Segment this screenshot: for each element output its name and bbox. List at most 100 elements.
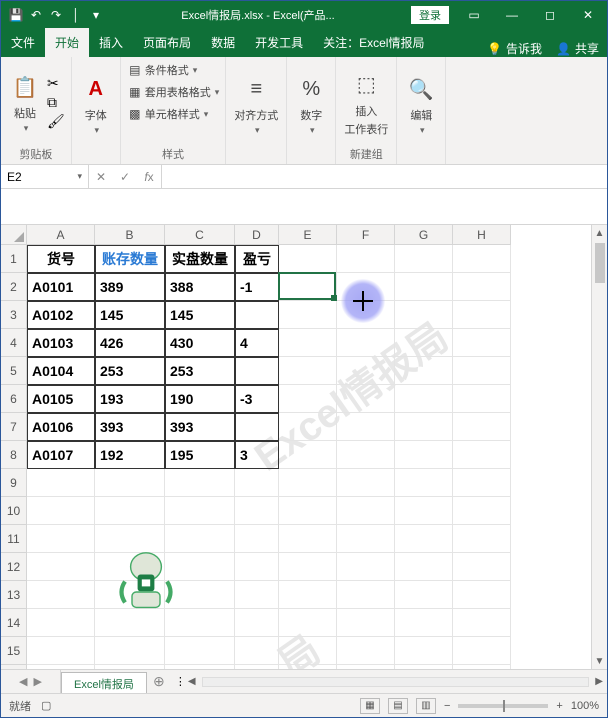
cancel-formula-icon[interactable]: ✕ bbox=[89, 170, 113, 184]
cell[interactable] bbox=[279, 581, 337, 609]
cell[interactable] bbox=[395, 357, 453, 385]
row-header[interactable]: 1 bbox=[1, 245, 27, 273]
cell[interactable] bbox=[395, 525, 453, 553]
cell[interactable] bbox=[95, 469, 165, 497]
cell[interactable] bbox=[337, 553, 395, 581]
row-header[interactable]: 16 bbox=[1, 665, 27, 669]
edit-button[interactable]: 🔍编辑▾ bbox=[403, 71, 439, 138]
row-header[interactable]: 14 bbox=[1, 609, 27, 637]
table-cell[interactable]: A0102 bbox=[27, 301, 95, 329]
cell[interactable] bbox=[395, 413, 453, 441]
cell[interactable] bbox=[337, 469, 395, 497]
cell[interactable] bbox=[165, 637, 235, 665]
tab-home[interactable]: 开始 bbox=[45, 28, 89, 57]
cell[interactable] bbox=[337, 273, 395, 301]
table-header-cell[interactable]: 账存数量 bbox=[95, 245, 165, 273]
sheet-nav[interactable]: ◀▶ bbox=[1, 670, 61, 693]
cell[interactable] bbox=[453, 525, 511, 553]
zoom-in-icon[interactable]: + bbox=[556, 700, 562, 712]
table-cell[interactable]: 253 bbox=[165, 357, 235, 385]
cell[interactable] bbox=[27, 497, 95, 525]
cell[interactable] bbox=[453, 665, 511, 669]
table-cell[interactable]: 393 bbox=[95, 413, 165, 441]
cell[interactable] bbox=[27, 469, 95, 497]
cell[interactable] bbox=[279, 301, 337, 329]
tab-insert[interactable]: 插入 bbox=[89, 28, 133, 57]
column-header[interactable]: D bbox=[235, 225, 279, 245]
hscroll-track[interactable] bbox=[202, 677, 590, 687]
select-all-button[interactable] bbox=[1, 225, 27, 245]
row-header[interactable]: 7 bbox=[1, 413, 27, 441]
cell[interactable] bbox=[453, 469, 511, 497]
cell[interactable] bbox=[395, 301, 453, 329]
cell[interactable] bbox=[235, 581, 279, 609]
column-header[interactable]: E bbox=[279, 225, 337, 245]
view-pagebreak-icon[interactable]: ▥ bbox=[416, 698, 436, 714]
table-cell[interactable]: 190 bbox=[165, 385, 235, 413]
table-cell[interactable]: 388 bbox=[165, 273, 235, 301]
copy-icon[interactable]: ⧉ bbox=[47, 94, 65, 111]
cell[interactable] bbox=[337, 525, 395, 553]
cell[interactable] bbox=[395, 497, 453, 525]
cell[interactable] bbox=[235, 665, 279, 669]
cell[interactable] bbox=[337, 609, 395, 637]
cell[interactable] bbox=[453, 273, 511, 301]
cell[interactable] bbox=[279, 413, 337, 441]
cell[interactable] bbox=[279, 469, 337, 497]
row-header[interactable]: 10 bbox=[1, 497, 27, 525]
cell[interactable] bbox=[27, 525, 95, 553]
cell[interactable] bbox=[453, 497, 511, 525]
cell[interactable] bbox=[453, 637, 511, 665]
minimize-icon[interactable]: — bbox=[493, 1, 531, 29]
scroll-thumb[interactable] bbox=[595, 243, 605, 283]
table-cell[interactable]: 3 bbox=[235, 441, 279, 469]
ribbon-options-icon[interactable]: ▭ bbox=[455, 1, 493, 29]
column-header[interactable]: A bbox=[27, 225, 95, 245]
cell[interactable] bbox=[395, 441, 453, 469]
table-cell[interactable]: -3 bbox=[235, 385, 279, 413]
cell[interactable] bbox=[337, 441, 395, 469]
table-cell[interactable]: -1 bbox=[235, 273, 279, 301]
cell[interactable] bbox=[95, 497, 165, 525]
cell[interactable] bbox=[453, 245, 511, 273]
cell[interactable] bbox=[27, 609, 95, 637]
row-header[interactable]: 2 bbox=[1, 273, 27, 301]
table-header-cell[interactable]: 货号 bbox=[27, 245, 95, 273]
align-button[interactable]: ≡对齐方式▾ bbox=[232, 71, 280, 138]
cell[interactable] bbox=[235, 525, 279, 553]
cell[interactable] bbox=[453, 357, 511, 385]
name-box[interactable]: E2▾ bbox=[1, 165, 89, 188]
fx-icon[interactable]: fx bbox=[137, 170, 161, 184]
cell[interactable] bbox=[453, 413, 511, 441]
cell[interactable] bbox=[337, 385, 395, 413]
scroll-up-icon[interactable]: ▲ bbox=[592, 225, 607, 241]
cell[interactable] bbox=[279, 441, 337, 469]
format-painter-icon[interactable]: 🖌 bbox=[47, 113, 65, 130]
table-cell[interactable] bbox=[235, 413, 279, 441]
cell[interactable] bbox=[453, 581, 511, 609]
maximize-icon[interactable]: ◻ bbox=[531, 1, 569, 29]
cell[interactable] bbox=[337, 665, 395, 669]
cell[interactable] bbox=[279, 553, 337, 581]
cells-grid[interactable]: Excel情报局 局 货号账存数量实盘数量盈亏A0101389388-1A010… bbox=[27, 245, 607, 669]
cell[interactable] bbox=[337, 301, 395, 329]
tab-about[interactable]: 关注：Excel情报局 bbox=[313, 28, 434, 57]
sheet-prev-icon[interactable]: ◀ bbox=[19, 675, 27, 688]
add-sheet-icon[interactable]: ⊕ bbox=[147, 670, 171, 693]
redo-icon[interactable]: ↷ bbox=[47, 6, 65, 24]
cell[interactable] bbox=[95, 665, 165, 669]
close-icon[interactable]: ✕ bbox=[569, 1, 607, 29]
cell[interactable] bbox=[337, 497, 395, 525]
row-header[interactable]: 9 bbox=[1, 469, 27, 497]
cell[interactable] bbox=[279, 329, 337, 357]
cell[interactable] bbox=[95, 609, 165, 637]
view-normal-icon[interactable]: ▦ bbox=[360, 698, 380, 714]
cell[interactable] bbox=[395, 581, 453, 609]
cell[interactable] bbox=[337, 637, 395, 665]
table-cell[interactable]: A0106 bbox=[27, 413, 95, 441]
row-header[interactable]: 15 bbox=[1, 637, 27, 665]
share-button[interactable]: 共享 bbox=[575, 40, 599, 57]
cell[interactable] bbox=[95, 581, 165, 609]
table-cell[interactable] bbox=[235, 301, 279, 329]
table-cell[interactable]: 389 bbox=[95, 273, 165, 301]
